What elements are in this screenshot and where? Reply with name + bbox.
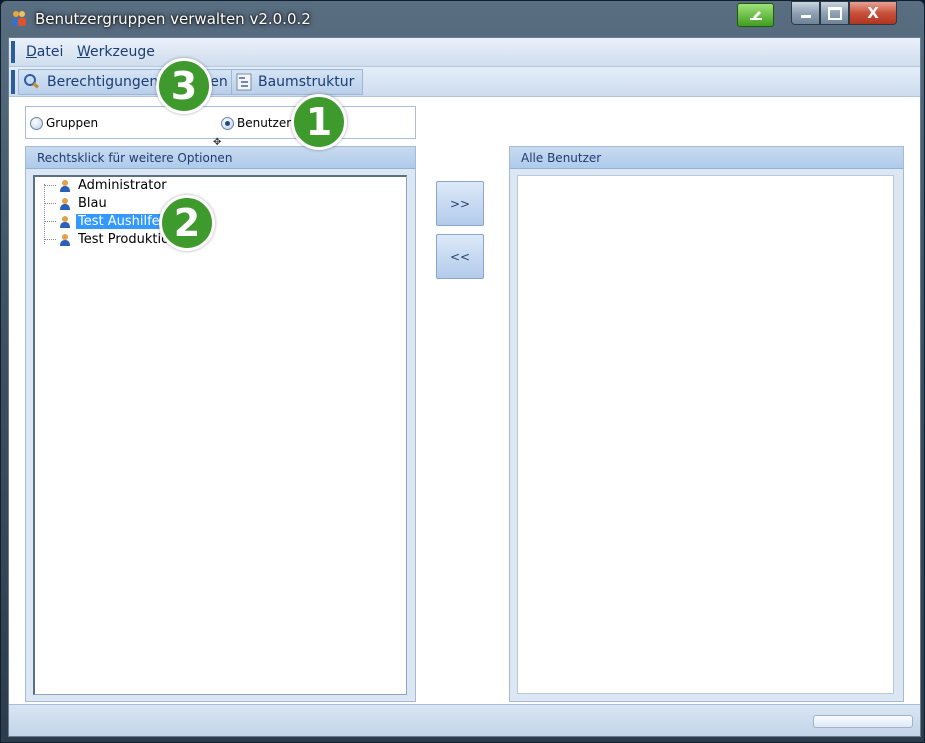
all-users-panel-title: Alle Benutzer [521,151,602,165]
radio-gruppen-dot[interactable] [30,116,43,130]
user-icon [60,179,70,192]
mode-selector: Gruppen Benutzer [25,106,416,139]
mouse-cursor-icon: ✥ [213,137,222,148]
toolbar-grip [11,70,15,94]
close-button[interactable]: X [849,1,897,25]
user-icon [60,197,70,210]
client-area: Datei Werkzeuge Berechtigungen en Baumst… [8,37,921,737]
toolbar: Berechtigungen en Baumstruktur [9,67,920,97]
menu-datei-mnemonic: D [26,44,37,60]
radio-benutzer-dot[interactable] [221,116,234,130]
minimize-icon [800,14,811,18]
user-icon [60,215,70,228]
status-bar [9,704,920,736]
tree-item-label: Test Produktio. [78,232,173,247]
radio-benutzer-label: Benutzer [237,116,292,130]
group-members-panel: Rechtsklick für weitere Optionen Adminis… [25,146,416,702]
maximize-button[interactable] [820,1,849,25]
radio-gruppen[interactable]: Gruppen [30,116,98,130]
tree-item-label: Test Aushilfe [76,214,162,229]
menu-datei[interactable]: Datei [26,44,63,60]
tree-connector [44,203,56,204]
user-icon [60,233,70,246]
remove-user-button[interactable]: << [436,234,484,279]
users-app-icon [12,11,26,26]
tree-item-label: Blau [78,196,107,211]
tree-connector [44,184,45,244]
maximize-icon [827,6,842,20]
menu-datei-label: atei [36,44,64,60]
title-bar[interactable]: Benutzergruppen verwalten v2.0.0.2 X [1,1,924,37]
add-user-button[interactable]: >> [436,181,484,226]
tree-connector [44,185,56,186]
callout-badge-2: 2 [159,195,215,251]
permissions-button-label: Berechtigungen [47,74,159,90]
status-progress-box [813,715,913,728]
tree-item-user-selected[interactable]: Test Aushilfe [59,213,162,230]
radio-gruppen-label: Gruppen [46,116,99,130]
radio-benutzer[interactable]: Benutzer [221,116,291,130]
tree-item-user[interactable]: Administrator [59,177,169,194]
minimize-button[interactable] [791,1,820,25]
tree-structure-button[interactable]: Baumstruktur [231,69,363,95]
tree-item-user[interactable]: Test Produktio. [59,231,175,248]
all-users-panel-header: Alle Benutzer [510,147,903,169]
tree-item-user[interactable]: Blau [59,195,109,212]
window-title: Benutzergruppen verwalten v2.0.0.2 [35,10,311,28]
menu-werkzeuge[interactable]: Werkzeuge [77,44,155,60]
tree-connector [44,239,56,240]
all-users-panel: Alle Benutzer [509,146,904,702]
group-members-panel-title: Rechtsklick für weitere Optionen [37,151,233,165]
tree-connector [44,221,56,222]
permissions-button-label-tail: en [210,74,228,90]
tree-document-icon [236,73,252,91]
menu-grip [11,41,15,63]
caption-buttons: X [791,1,897,25]
callout-badge-3: 3 [156,58,212,114]
application-window: Benutzergruppen verwalten v2.0.0.2 X Dat… [0,0,925,743]
menu-werkzeuge-label: erkzeuge [90,44,155,60]
callout-badge-1: 1 [291,94,347,150]
tree-item-label: Administrator [78,178,167,193]
close-icon: X [867,4,879,22]
tree-structure-label: Baumstruktur [258,74,355,90]
edit-icon [749,11,762,20]
group-members-panel-header: Rechtsklick für weitere Optionen [26,147,415,169]
magnifier-key-icon [24,74,39,89]
extra-caption-button[interactable] [737,3,774,27]
menu-werkzeuge-mnemonic: W [77,44,91,60]
menu-bar: Datei Werkzeuge [9,38,920,67]
all-users-list[interactable] [517,175,894,694]
user-tree[interactable]: Administrator Blau Test Aushilfe Test Pr… [33,175,407,695]
